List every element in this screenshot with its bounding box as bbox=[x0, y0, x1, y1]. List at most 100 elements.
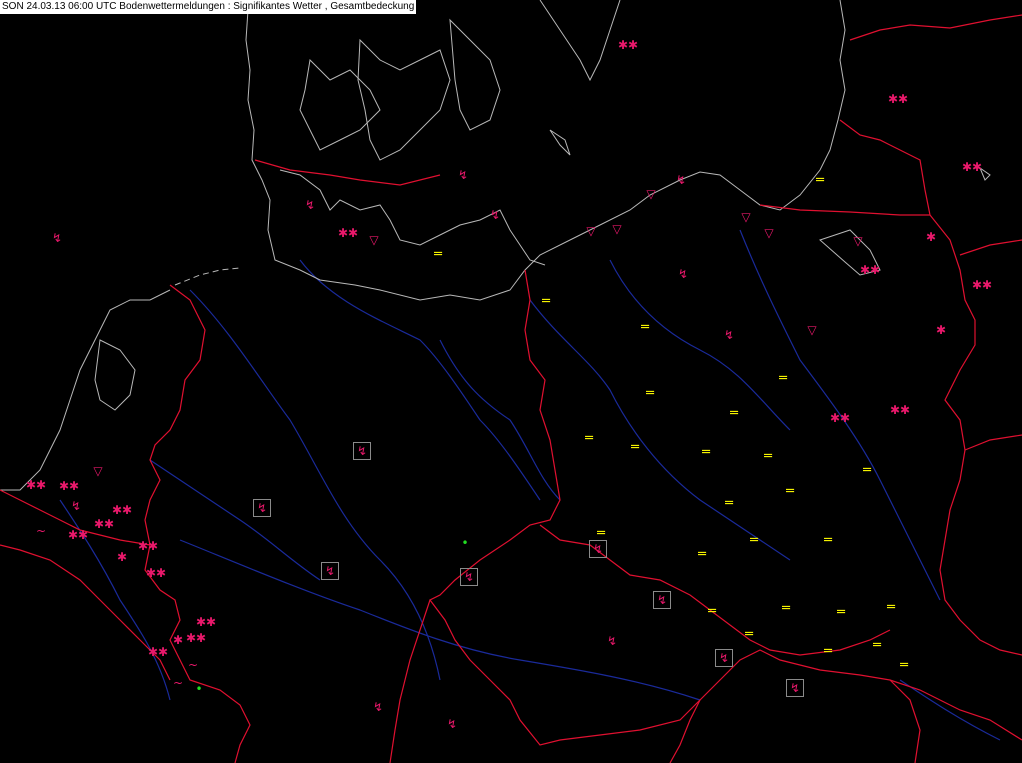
coast-zealand bbox=[357, 38, 451, 161]
map-title: SON 24.03.13 06:00 UTC Bodenwettermeldun… bbox=[0, 0, 418, 14]
weather-symbol-snow: ✱✱ bbox=[889, 403, 911, 417]
coast-skane bbox=[449, 18, 501, 131]
weather-symbol-thunder: ↯ bbox=[446, 717, 458, 731]
weather-symbol-thunder: ↯ bbox=[675, 173, 687, 187]
weather-symbol-fog: ═ bbox=[786, 484, 794, 499]
coast-frisian bbox=[174, 267, 241, 286]
border-lt bbox=[839, 119, 931, 216]
border-be-fr bbox=[0, 544, 171, 681]
coast-mecklenburg bbox=[279, 169, 546, 266]
weather-symbol-snow: ✱✱ bbox=[67, 528, 89, 542]
weather-symbol-snow-single: ✱ bbox=[935, 323, 947, 337]
weather-symbol-fog: ═ bbox=[725, 496, 733, 511]
weather-symbol-fog: ═ bbox=[873, 638, 881, 653]
weather-symbol-snow-single: ✱ bbox=[925, 230, 937, 244]
weather-symbol-thunder: ↯ bbox=[460, 568, 478, 586]
weather-symbol-snow: ✱✱ bbox=[25, 478, 47, 492]
weather-symbol-shower: ▽ bbox=[93, 464, 103, 478]
weather-symbol-snow: ✱✱ bbox=[859, 263, 881, 277]
weather-symbol-snow: ✱✱ bbox=[111, 503, 133, 517]
weather-symbol-thunder: ↯ bbox=[786, 679, 804, 697]
weather-symbol-shower: ▽ bbox=[612, 222, 622, 236]
weather-symbol-thunder: ↯ bbox=[606, 634, 618, 648]
weather-symbol-thunder: ↯ bbox=[353, 442, 371, 460]
weather-map: SON 24.03.13 06:00 UTC Bodenwettermeldun… bbox=[0, 0, 1022, 763]
weather-symbol-fog: ═ bbox=[597, 526, 605, 541]
border-sk-hu bbox=[889, 679, 921, 763]
weather-symbol-drizzle: ~ bbox=[172, 676, 184, 690]
weather-symbol-snow: ✱✱ bbox=[617, 38, 639, 52]
river-danube bbox=[179, 539, 701, 701]
river-oder bbox=[529, 299, 791, 561]
weather-symbol-snow: ✱✱ bbox=[195, 615, 217, 629]
weather-symbol-fog: ═ bbox=[585, 431, 593, 446]
weather-symbol-fog: ═ bbox=[779, 371, 787, 386]
weather-symbol-fog: ═ bbox=[542, 294, 550, 309]
weather-symbol-fog: ═ bbox=[887, 600, 895, 615]
weather-symbol-shower: ▽ bbox=[646, 187, 656, 201]
weather-symbol-drizzle: ~ bbox=[187, 658, 199, 672]
coast-ijsselmeer bbox=[94, 339, 136, 411]
weather-symbol-fog: ═ bbox=[730, 406, 738, 421]
weather-symbol-thunder: ↯ bbox=[715, 649, 733, 667]
weather-symbol-shower: ▽ bbox=[807, 323, 817, 337]
weather-symbol-snow: ✱✱ bbox=[337, 226, 359, 240]
weather-symbol-snow-single: ✱ bbox=[116, 550, 128, 564]
weather-symbol-shower: ▽ bbox=[853, 234, 863, 248]
weather-symbol-snow: ✱✱ bbox=[971, 278, 993, 292]
weather-symbol-rain-dot: • bbox=[461, 536, 469, 550]
weather-symbol-fog: ═ bbox=[863, 463, 871, 478]
coast-netherlands bbox=[0, 289, 171, 491]
weather-symbol-fog: ═ bbox=[631, 440, 639, 455]
weather-symbol-fog: ═ bbox=[434, 247, 442, 262]
weather-symbol-fog: ═ bbox=[900, 658, 908, 673]
weather-symbol-snow: ✱✱ bbox=[145, 566, 167, 580]
river-elbe bbox=[439, 339, 561, 501]
weather-symbol-thunder: ↯ bbox=[253, 499, 271, 517]
weather-symbol-fog: ═ bbox=[816, 173, 824, 188]
weather-symbol-snow: ✱✱ bbox=[185, 631, 207, 645]
border-by-north bbox=[959, 239, 1022, 256]
coast-sweden bbox=[539, 0, 621, 82]
weather-symbol-fog: ═ bbox=[646, 386, 654, 401]
weather-symbol-thunder: ↯ bbox=[489, 208, 501, 222]
border-ua bbox=[964, 434, 1022, 451]
river-weser bbox=[299, 259, 541, 501]
weather-symbol-thunder: ↯ bbox=[51, 231, 63, 245]
river-warta bbox=[609, 259, 791, 431]
weather-symbol-fog: ═ bbox=[824, 533, 832, 548]
weather-symbol-thunder: ↯ bbox=[304, 198, 316, 212]
weather-symbol-thunder: ↯ bbox=[653, 591, 671, 609]
weather-symbol-thunder: ↯ bbox=[723, 328, 735, 342]
weather-symbol-thunder: ↯ bbox=[70, 499, 82, 513]
weather-symbol-snow: ✱✱ bbox=[58, 479, 80, 493]
weather-symbol-shower: ▽ bbox=[741, 210, 751, 224]
coast-baltic-south bbox=[245, 0, 846, 301]
weather-symbol-thunder: ↯ bbox=[372, 700, 384, 714]
border-kaliningrad bbox=[759, 204, 930, 216]
weather-symbol-snow: ✱✱ bbox=[961, 160, 983, 174]
river-east bbox=[899, 679, 1001, 741]
weather-symbol-snow: ✱✱ bbox=[829, 411, 851, 425]
weather-symbol-snow: ✱✱ bbox=[93, 517, 115, 531]
weather-symbol-fog: ═ bbox=[708, 604, 716, 619]
weather-symbol-fog: ═ bbox=[782, 601, 790, 616]
border-de-dk bbox=[254, 159, 441, 186]
weather-symbol-shower: ▽ bbox=[369, 233, 379, 247]
weather-symbol-thunder: ↯ bbox=[677, 267, 689, 281]
weather-symbol-thunder: ↯ bbox=[589, 540, 607, 558]
coast-jutland-island bbox=[299, 58, 381, 151]
weather-symbol-fog: ═ bbox=[764, 449, 772, 464]
weather-symbol-shower: ▽ bbox=[586, 224, 596, 238]
weather-symbol-fog: ═ bbox=[641, 320, 649, 335]
weather-symbol-shower: ▽ bbox=[764, 226, 774, 240]
weather-symbol-snow-single: ✱ bbox=[172, 633, 184, 647]
weather-symbol-fog: ═ bbox=[824, 644, 832, 659]
weather-symbol-snow: ✱✱ bbox=[147, 645, 169, 659]
weather-symbol-snow: ✱✱ bbox=[887, 92, 909, 106]
border-lv bbox=[849, 14, 1022, 41]
weather-symbol-fog: ═ bbox=[745, 627, 753, 642]
weather-symbol-fog: ═ bbox=[837, 605, 845, 620]
weather-symbol-fog: ═ bbox=[750, 533, 758, 548]
weather-symbol-thunder: ↯ bbox=[321, 562, 339, 580]
